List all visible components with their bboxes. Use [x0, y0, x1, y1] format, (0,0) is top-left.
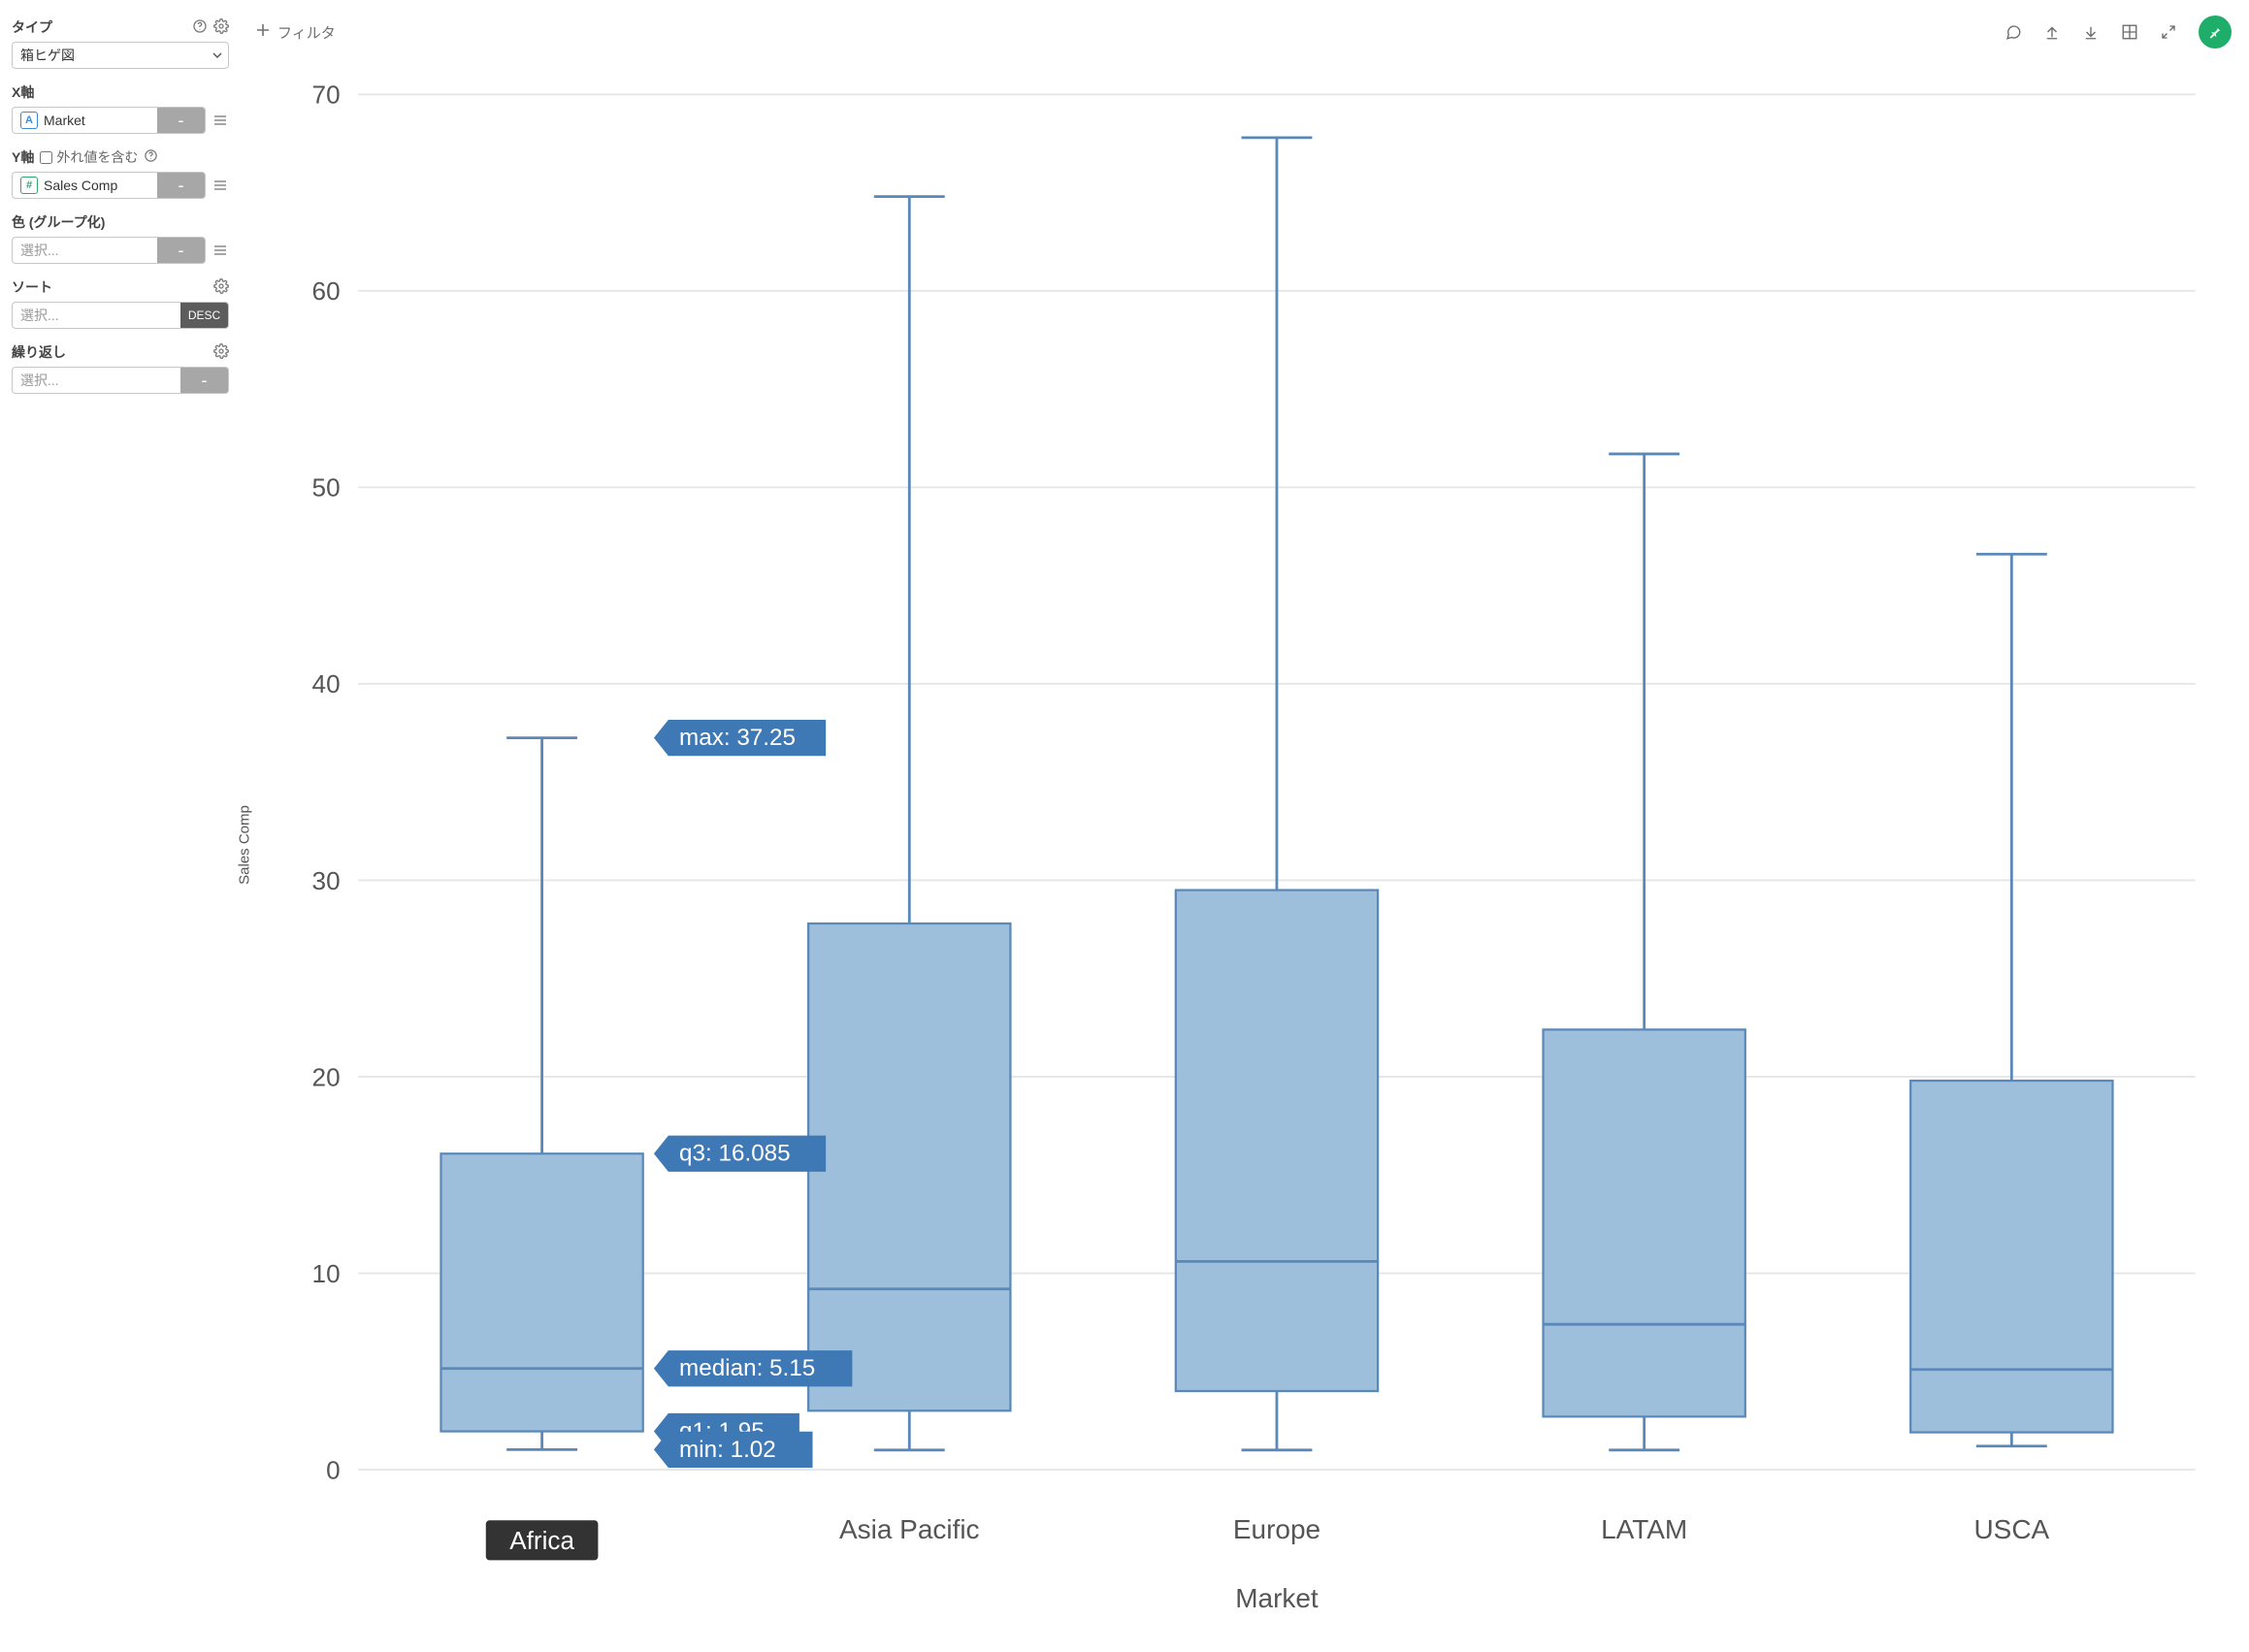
caret-down-icon — [212, 48, 222, 63]
x-axis-field: X軸 A Market - — [12, 82, 229, 134]
color-dash-button[interactable]: - — [157, 237, 206, 264]
gear-icon[interactable] — [213, 343, 229, 362]
y-axis-label: Y軸 — [12, 147, 34, 167]
top-toolbar: フィルタ — [241, 16, 2232, 49]
outlier-label: 外れ値を含む — [56, 147, 138, 167]
color-field: 色 (グループ化) 選択... - — [12, 212, 229, 264]
sort-order-button[interactable]: DESC — [180, 302, 229, 329]
dimension-icon: A — [20, 112, 38, 129]
repeat-dash-button[interactable]: - — [180, 367, 229, 394]
x-axis-value: Market — [44, 113, 85, 128]
drag-handle-icon[interactable] — [212, 172, 229, 199]
outlier-checkbox-row[interactable]: 外れ値を含む — [40, 147, 138, 167]
x-axis-label: X軸 — [12, 82, 34, 102]
y-axis-select[interactable]: # Sales Comp — [12, 172, 157, 199]
repeat-select[interactable]: 選択... — [12, 367, 180, 394]
svg-text:50: 50 — [312, 473, 341, 502]
svg-text:q3: 16.085: q3: 16.085 — [679, 1141, 791, 1167]
svg-text:min: 1.02: min: 1.02 — [679, 1437, 776, 1463]
measure-icon: # — [20, 177, 38, 194]
gear-icon[interactable] — [213, 278, 229, 297]
type-field: タイプ 箱ヒゲ図 — [12, 17, 229, 69]
svg-text:Asia Pacific: Asia Pacific — [839, 1514, 980, 1544]
y-axis-dash-button[interactable]: - — [157, 172, 206, 199]
svg-text:LATAM: LATAM — [1601, 1514, 1687, 1544]
svg-text:max: 37.25: max: 37.25 — [679, 725, 796, 751]
drag-handle-icon[interactable] — [212, 107, 229, 134]
config-sidebar: タイプ 箱ヒゲ図 X軸 — [0, 0, 241, 1652]
svg-text:Europe: Europe — [1233, 1514, 1320, 1544]
svg-text:10: 10 — [312, 1259, 341, 1288]
svg-text:Market: Market — [1235, 1583, 1319, 1613]
x-axis-dash-button[interactable]: - — [157, 107, 206, 134]
svg-text:20: 20 — [312, 1062, 341, 1091]
download-icon[interactable] — [2082, 23, 2100, 41]
plus-icon — [256, 23, 270, 41]
x-axis-select[interactable]: A Market — [12, 107, 157, 134]
svg-text:median: 5.15: median: 5.15 — [679, 1355, 815, 1381]
help-icon[interactable] — [144, 148, 158, 166]
repeat-value: 選択... — [20, 371, 59, 390]
comment-icon[interactable] — [2005, 23, 2022, 41]
drag-handle-icon[interactable] — [212, 237, 229, 264]
pin-button[interactable] — [2199, 16, 2232, 49]
y-axis-field: Y軸 外れ値を含む # Sales Comp - — [12, 147, 229, 199]
svg-text:70: 70 — [312, 81, 341, 110]
y-axis-title: Sales Comp — [237, 806, 253, 886]
svg-text:Africa: Africa — [509, 1526, 574, 1555]
color-select[interactable]: 選択... — [12, 237, 157, 264]
svg-text:30: 30 — [312, 866, 341, 895]
sort-field: ソート 選択... DESC — [12, 277, 229, 329]
color-label: 色 (グループ化) — [12, 212, 105, 232]
sort-select[interactable]: 選択... — [12, 302, 180, 329]
add-filter-button[interactable]: フィルタ — [241, 22, 336, 43]
svg-text:0: 0 — [326, 1455, 341, 1484]
y-axis-value: Sales Comp — [44, 178, 117, 193]
type-label: タイプ — [12, 17, 52, 37]
color-value: 選択... — [20, 241, 59, 260]
svg-text:USCA: USCA — [1973, 1514, 2049, 1544]
filter-label: フィルタ — [277, 22, 336, 43]
repeat-label: 繰り返し — [12, 342, 66, 362]
svg-text:60: 60 — [312, 276, 341, 306]
svg-text:40: 40 — [312, 669, 341, 698]
boxplot-chart: 0 10 20 30 40 50 60 70 Africa Asia Pacific Europe L… — [241, 58, 2232, 1633]
help-icon[interactable] — [192, 18, 208, 37]
outlier-checkbox[interactable] — [40, 151, 52, 164]
type-value: 箱ヒゲ図 — [20, 46, 75, 65]
sort-label: ソート — [12, 277, 52, 297]
gear-icon[interactable] — [213, 18, 229, 37]
sort-value: 選択... — [20, 306, 59, 325]
type-select[interactable]: 箱ヒゲ図 — [12, 42, 229, 69]
upload-icon[interactable] — [2043, 23, 2061, 41]
grid-icon[interactable] — [2121, 23, 2138, 41]
expand-icon[interactable] — [2160, 23, 2177, 41]
repeat-field: 繰り返し 選択... - — [12, 342, 229, 394]
